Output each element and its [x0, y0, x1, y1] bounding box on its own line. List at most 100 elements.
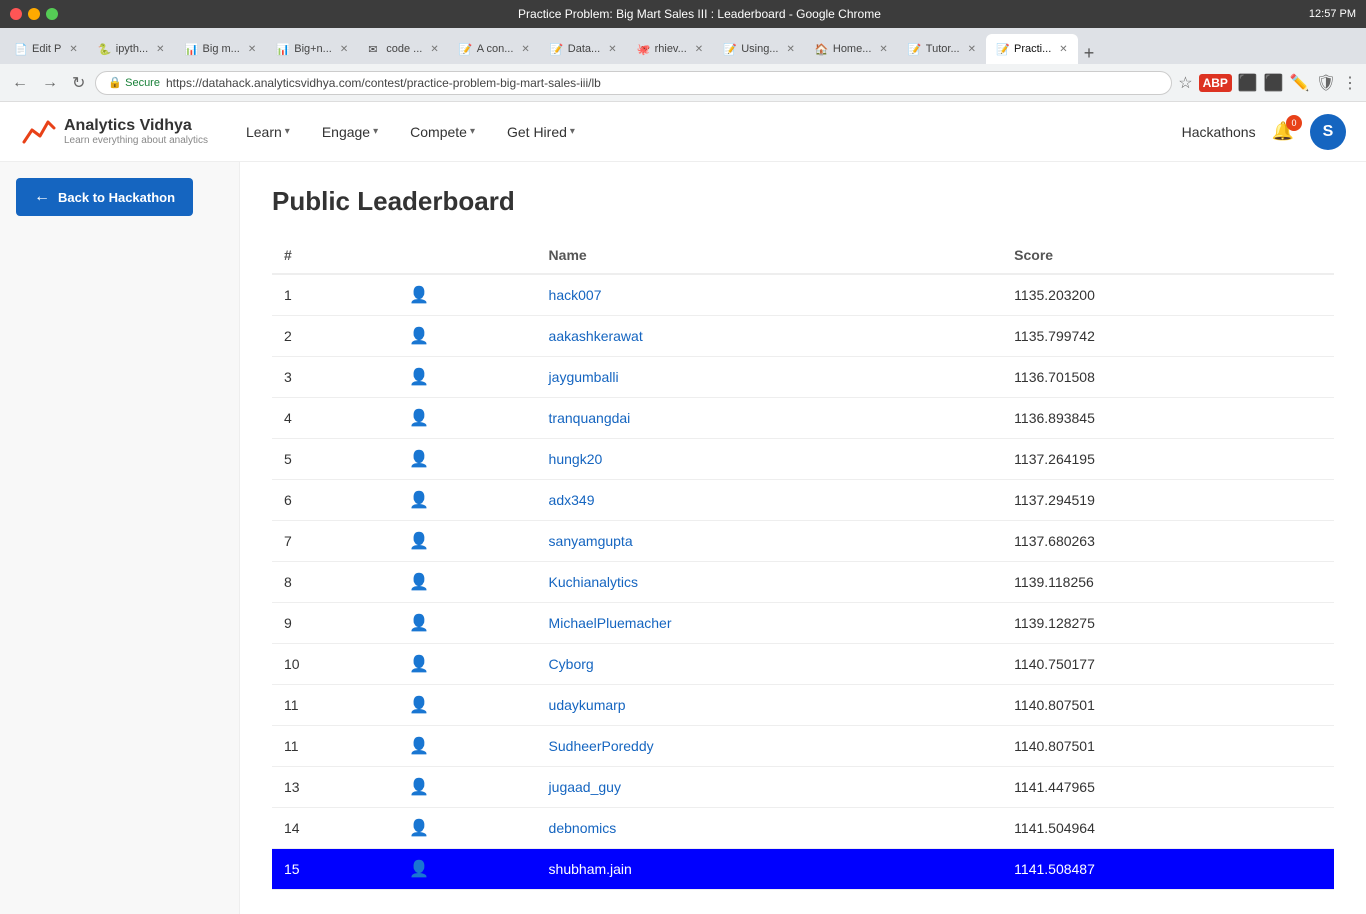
- tab-0[interactable]: 📄 Edit P ✕: [4, 34, 88, 64]
- username-link[interactable]: hungk20: [549, 451, 603, 467]
- cell-name[interactable]: SudheerPoreddy: [537, 726, 1003, 767]
- bookmark-icon[interactable]: ☆: [1178, 73, 1192, 93]
- more-options-icon[interactable]: ⋮: [1342, 73, 1358, 93]
- tab-close-7[interactable]: ✕: [695, 44, 703, 55]
- cell-name[interactable]: hungk20: [537, 439, 1003, 480]
- tab-11[interactable]: 📝 Practi... ✕: [986, 34, 1078, 64]
- cell-name[interactable]: Cyborg: [537, 644, 1003, 685]
- cell-name[interactable]: adx349: [537, 480, 1003, 521]
- logo-area[interactable]: Analytics Vidhya Learn everything about …: [20, 114, 208, 150]
- cell-score: 1137.264195: [1002, 439, 1334, 480]
- hackathons-link[interactable]: Hackathons: [1182, 124, 1256, 140]
- cell-name[interactable]: hack007: [537, 274, 1003, 316]
- tab-close-8[interactable]: ✕: [786, 44, 794, 55]
- user-profile-icon: 👤: [409, 697, 429, 714]
- main-content: Public Leaderboard # Name Score 1👤hack00…: [240, 162, 1366, 914]
- user-profile-icon: 👤: [409, 410, 429, 427]
- extension-icon-3[interactable]: ⬛: [1264, 73, 1284, 93]
- tab-close-4[interactable]: ✕: [430, 44, 438, 55]
- tab-8[interactable]: 📝 Using... ✕: [713, 34, 805, 64]
- nav-compete[interactable]: Compete ▾: [406, 120, 479, 144]
- extension-icon-5[interactable]: 🛡: [1316, 73, 1336, 93]
- username-link[interactable]: debnomics: [549, 820, 617, 836]
- username-link[interactable]: sanyamgupta: [549, 533, 633, 549]
- user-profile-icon: 👤: [409, 451, 429, 468]
- username-link[interactable]: MichaelPluemacher: [549, 615, 672, 631]
- tab-9[interactable]: 🏠 Home... ✕: [805, 34, 898, 64]
- tab-6[interactable]: 📝 Data... ✕: [540, 34, 627, 64]
- username-link[interactable]: tranquangdai: [549, 410, 631, 426]
- forward-nav-button[interactable]: →: [38, 72, 62, 94]
- cell-name[interactable]: tranquangdai: [537, 398, 1003, 439]
- nav-engage-label: Engage: [322, 124, 370, 140]
- username-link[interactable]: SudheerPoreddy: [549, 738, 654, 754]
- cell-name[interactable]: aakashkerawat: [537, 316, 1003, 357]
- cell-rank: 10: [272, 644, 397, 685]
- tab-5[interactable]: 📝 A con... ✕: [449, 34, 540, 64]
- cell-score: 1135.203200: [1002, 274, 1334, 316]
- back-nav-button[interactable]: ←: [8, 72, 32, 94]
- cell-name[interactable]: jaygumballi: [537, 357, 1003, 398]
- tab-1[interactable]: 🐍 ipyth... ✕: [88, 34, 175, 64]
- username-link[interactable]: jaygumballi: [549, 369, 619, 385]
- table-row: 15👤shubham.jain1141.508487: [272, 849, 1334, 890]
- cell-name[interactable]: shubham.jain: [537, 849, 1003, 890]
- extension-icon-4[interactable]: ✏️: [1290, 73, 1310, 93]
- tab-close-2[interactable]: ✕: [248, 44, 256, 55]
- tab-close-5[interactable]: ✕: [521, 44, 529, 55]
- notification-bell[interactable]: 🔔 0: [1272, 121, 1294, 142]
- reload-button[interactable]: ↻: [68, 71, 89, 95]
- tab-close-6[interactable]: ✕: [608, 44, 616, 55]
- tab-label-6: Data...: [568, 43, 600, 55]
- cell-name[interactable]: MichaelPluemacher: [537, 603, 1003, 644]
- cell-name[interactable]: sanyamgupta: [537, 521, 1003, 562]
- username-link[interactable]: udaykumarp: [549, 697, 626, 713]
- nav-engage[interactable]: Engage ▾: [318, 120, 382, 144]
- tab-7[interactable]: 🐙 rhiev... ✕: [627, 34, 714, 64]
- cell-avatar: 👤: [397, 398, 536, 439]
- extension-icon-1[interactable]: ABP: [1199, 74, 1232, 92]
- username-link[interactable]: Cyborg: [549, 656, 594, 672]
- nav-get-hired[interactable]: Get Hired ▾: [503, 120, 579, 144]
- cell-name[interactable]: Kuchianalytics: [537, 562, 1003, 603]
- cell-name[interactable]: jugaad_guy: [537, 767, 1003, 808]
- extension-icon-2[interactable]: ⬛: [1238, 73, 1258, 93]
- nav-engage-chevron: ▾: [373, 126, 378, 137]
- secure-label: Secure: [125, 77, 160, 89]
- username-link[interactable]: Kuchianalytics: [549, 574, 639, 590]
- table-row: 7👤sanyamgupta1137.680263: [272, 521, 1334, 562]
- new-tab-button[interactable]: +: [1078, 43, 1101, 64]
- cell-score: 1137.680263: [1002, 521, 1334, 562]
- tab-2[interactable]: 📊 Big m... ✕: [175, 34, 267, 64]
- tab-close-1[interactable]: ✕: [156, 44, 164, 55]
- back-arrow-icon: ←: [34, 188, 50, 206]
- cell-rank: 5: [272, 439, 397, 480]
- tab-close-11[interactable]: ✕: [1059, 44, 1067, 55]
- tab-icon-0: 📄: [14, 43, 26, 55]
- cell-avatar: 👤: [397, 685, 536, 726]
- username-link[interactable]: hack007: [549, 287, 602, 303]
- user-profile-icon: 👤: [409, 779, 429, 796]
- tab-close-10[interactable]: ✕: [968, 44, 976, 55]
- tab-close-3[interactable]: ✕: [340, 44, 348, 55]
- brand-name: Analytics Vidhya: [64, 117, 208, 135]
- user-avatar[interactable]: S: [1310, 114, 1346, 150]
- username-link[interactable]: jugaad_guy: [549, 779, 621, 795]
- nav-learn-label: Learn: [246, 124, 282, 140]
- cell-score: 1141.504964: [1002, 808, 1334, 849]
- back-to-hackathon-button[interactable]: ← Back to Hackathon: [16, 178, 193, 216]
- table-row: 13👤jugaad_guy1141.447965: [272, 767, 1334, 808]
- tab-label-5: A con...: [477, 43, 514, 55]
- username-link[interactable]: adx349: [549, 492, 595, 508]
- nav-learn[interactable]: Learn ▾: [242, 120, 294, 144]
- tab-4[interactable]: ✉ code ... ✕: [358, 34, 448, 64]
- cell-rank: 9: [272, 603, 397, 644]
- cell-name[interactable]: debnomics: [537, 808, 1003, 849]
- username-link[interactable]: aakashkerawat: [549, 328, 643, 344]
- tab-close-9[interactable]: ✕: [879, 44, 887, 55]
- tab-close-0[interactable]: ✕: [69, 44, 77, 55]
- tab-10[interactable]: 📝 Tutor... ✕: [898, 34, 986, 64]
- cell-name[interactable]: udaykumarp: [537, 685, 1003, 726]
- address-bar[interactable]: 🔒 Secure https://datahack.analyticsvidhy…: [95, 71, 1172, 95]
- tab-3[interactable]: 📊 Big+n... ✕: [266, 34, 358, 64]
